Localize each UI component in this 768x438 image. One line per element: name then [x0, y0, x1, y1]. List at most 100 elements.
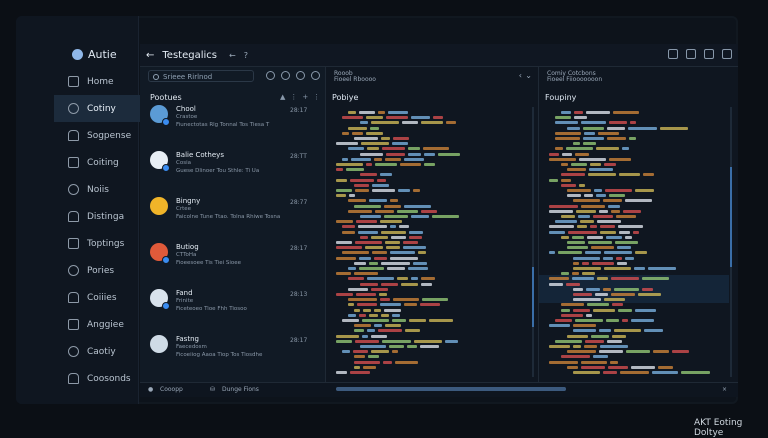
code-token [336, 256, 356, 260]
list-item[interactable]: Butiog CTToHa Fioeesoee Tis Tiei Sioee 28:1… [150, 243, 320, 277]
code-token [609, 194, 625, 198]
split-view-icon[interactable] [668, 49, 678, 59]
code-token [378, 329, 402, 333]
copy-icon[interactable] [266, 71, 275, 80]
code-token [618, 308, 632, 312]
list-item[interactable]: Balie Cotheys Cosia Guese Dlinoer Tou Sthl… [150, 151, 320, 185]
code-token [567, 189, 591, 192]
code-token [590, 163, 601, 166]
sort-icon[interactable]: ⋮ [290, 93, 297, 101]
sidebar-item-8[interactable]: Coiiies [54, 284, 154, 311]
code-token [604, 251, 632, 255]
code-token [561, 178, 571, 182]
output-scrollbar[interactable] [730, 107, 732, 377]
sidebar-item-5[interactable]: Distinga [54, 203, 154, 230]
code-token [616, 215, 636, 218]
chart-icon [68, 238, 79, 249]
code-token [573, 308, 590, 312]
more-icon[interactable]: ⋮ [313, 93, 320, 101]
code-token [590, 225, 597, 229]
code-token [385, 241, 400, 244]
code-token [354, 355, 365, 359]
code-token [607, 137, 626, 140]
code-token [652, 371, 678, 374]
help-icon[interactable]: ? [244, 51, 248, 60]
code-token [392, 319, 406, 322]
code-token [342, 319, 359, 322]
code-token [575, 319, 603, 322]
code-token [413, 261, 427, 265]
add-icon[interactable]: + [302, 93, 308, 101]
code-token [644, 329, 663, 333]
code-token [574, 111, 583, 114]
chevron-left-icon[interactable]: ‹ [519, 71, 522, 80]
horizontal-scrollbar[interactable] [336, 387, 566, 391]
code-token [567, 194, 581, 198]
code-token [420, 303, 440, 307]
app-brand[interactable]: Autie [72, 48, 117, 61]
code-token [370, 126, 379, 130]
list-item[interactable]: Fastng Faecedosm Ficoeiiog Aaoa Tiop Tos T… [150, 335, 320, 369]
sidebar-item-11[interactable]: Coosonds [54, 365, 154, 392]
avatar [150, 335, 168, 353]
sidebar-item-9[interactable]: Anggiee [54, 311, 154, 338]
code-token [631, 365, 655, 369]
code-token [393, 137, 409, 140]
item-name: Fastng [176, 335, 199, 343]
back-arrow-icon[interactable]: ← [146, 50, 154, 61]
upload-icon[interactable]: ▲ [280, 93, 285, 101]
sidebar-item-10[interactable]: Caotiy [54, 338, 154, 365]
code-token [424, 152, 435, 156]
code-token [573, 371, 600, 374]
code-token [587, 303, 609, 307]
code-token [584, 194, 593, 198]
filter-icon[interactable] [311, 71, 320, 80]
layout-icon[interactable] [686, 49, 696, 59]
settings-icon[interactable] [704, 49, 714, 59]
list-item[interactable]: Bingny Crtee Faicolne Tune Ttao. Tolna Rhi… [150, 197, 320, 231]
code-token [625, 256, 634, 260]
code-token [571, 163, 587, 166]
code-token [610, 360, 618, 364]
sidebar-item-2[interactable]: Sogpense [54, 122, 154, 149]
code-token [381, 282, 398, 286]
code-token [611, 209, 620, 213]
code-token [395, 360, 418, 364]
code-token [577, 225, 587, 229]
code-token [587, 235, 603, 239]
status-badge [162, 164, 170, 172]
list-item[interactable]: Chool Crastoe Fiunectotas Rlg Tonnal Tos T… [150, 105, 320, 139]
user-icon [68, 292, 79, 303]
code-token [611, 293, 635, 296]
code-token [409, 319, 426, 322]
chevron-down-icon[interactable]: ⌄ [525, 71, 532, 80]
arrow-left-icon[interactable]: ← [229, 51, 236, 60]
sidebar-item-0[interactable]: Home [54, 68, 154, 95]
code-token [561, 272, 569, 276]
sidebar-item-1[interactable]: Cotiny [54, 95, 154, 122]
code-token [374, 256, 387, 260]
code-token [422, 298, 448, 302]
code-token [363, 365, 376, 369]
code-token [360, 173, 377, 177]
filter-status-icon[interactable]: ⛁ [210, 386, 215, 393]
code-token [635, 251, 647, 255]
sidebar-item-7[interactable]: Pories [54, 257, 154, 284]
sidebar-item-6[interactable]: Toptings [54, 230, 154, 257]
code-token [374, 157, 382, 161]
list-item[interactable]: Fand Frinite Ficeteoeo Tioe Fhh Tiosoo 28:1… [150, 289, 320, 323]
sidebar-item-3[interactable]: Coiting [54, 149, 154, 176]
code-token [681, 371, 710, 374]
refresh-icon[interactable] [281, 71, 290, 80]
history-icon[interactable] [296, 71, 305, 80]
output-panel-subhead: Fioeel Fiiooooooon [547, 76, 603, 83]
code-token [371, 334, 387, 338]
code-token [588, 241, 612, 244]
link-icon [68, 346, 79, 357]
sidebar-item-4[interactable]: Noiis [54, 176, 154, 203]
code-scrollbar[interactable] [532, 107, 534, 377]
search-input[interactable]: Srieee Rirlnod [148, 70, 254, 82]
close-panel-icon[interactable]: × [722, 386, 727, 393]
window-icon[interactable] [722, 49, 732, 59]
code-token [342, 157, 348, 161]
